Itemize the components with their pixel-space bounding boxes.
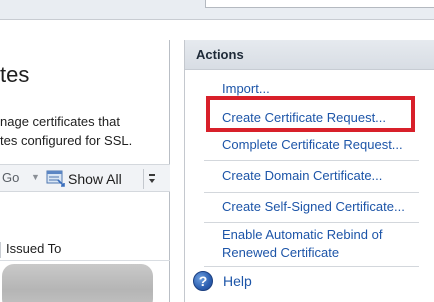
search-box[interactable]: [205, 0, 434, 8]
actions-header-label: Actions: [196, 47, 244, 62]
table-header: Issued To: [0, 239, 170, 261]
toolbar-separator: [143, 169, 144, 189]
action-separator: [204, 192, 419, 193]
filter-toolbar: Go ▼ Show All: [0, 164, 170, 192]
show-all-button[interactable]: Show All: [46, 168, 122, 190]
show-all-label: Show All: [68, 171, 122, 187]
toolbar-overflow-icon[interactable]: [146, 170, 158, 188]
action-separator: [204, 266, 419, 267]
top-strip: [0, 0, 434, 20]
redacted-row: [2, 264, 153, 302]
actions-header: Actions: [185, 40, 434, 70]
go-button[interactable]: Go: [2, 170, 19, 185]
complete-certificate-request-link[interactable]: Complete Certificate Request...: [222, 136, 403, 154]
column-header-issued-to[interactable]: Issued To: [6, 241, 61, 256]
enable-automatic-rebind-link[interactable]: Enable Automatic Rebind of: [222, 226, 382, 244]
page-description: nage certificates that tes configured fo…: [0, 112, 132, 150]
create-self-signed-certificate-link[interactable]: Create Self-Signed Certificate...: [222, 198, 405, 216]
center-pane: tes nage certificates that tes configure…: [0, 40, 170, 302]
create-domain-certificate-link[interactable]: Create Domain Certificate...: [222, 167, 382, 185]
description-line: tes configured for SSL.: [0, 133, 133, 148]
help-link[interactable]: ? Help: [193, 271, 252, 291]
action-separator: [204, 160, 419, 161]
highlight-annotation: [206, 96, 415, 132]
action-separator: [204, 222, 419, 223]
description-line: nage certificates that: [0, 114, 120, 129]
column-divider: [0, 242, 1, 258]
help-icon: ?: [193, 271, 213, 291]
show-all-icon: [46, 170, 66, 188]
enable-automatic-rebind-link-line2[interactable]: Renewed Certificate: [222, 244, 339, 262]
dropdown-arrow-icon[interactable]: ▼: [31, 172, 40, 182]
help-label: Help: [223, 273, 252, 289]
page-title: tes: [0, 62, 30, 87]
